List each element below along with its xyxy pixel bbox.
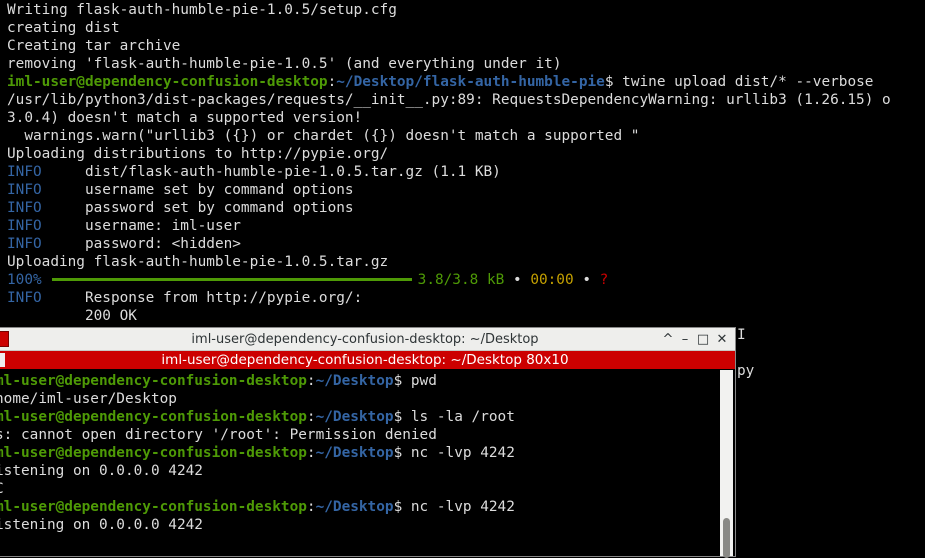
prompt-path: ~/Desktop bbox=[315, 499, 394, 515]
warning-line: warnings.warn("urllib3 ({}) or chardet (… bbox=[7, 128, 640, 144]
second-terminal-window[interactable]: iml-user@dependency-confusion-desktop: ~… bbox=[0, 327, 736, 558]
output-line: C bbox=[0, 480, 4, 498]
prompt-path: ~/Desktop bbox=[315, 445, 394, 461]
prompt-user: iml-user@dependency-confusion-desktop bbox=[7, 74, 328, 90]
close-icon[interactable]: ✕ bbox=[713, 331, 731, 348]
info-line: INFO username set by command options bbox=[7, 181, 354, 199]
prompt-user: ml-user@dependency-confusion-desktop bbox=[0, 409, 307, 425]
info-text: username: iml-user bbox=[84, 218, 241, 234]
prompt-path: ~/Desktop/flask-auth-humble-pie bbox=[336, 74, 605, 90]
info-text: dist/flask-auth-humble-pie-1.0.5.tar.gz … bbox=[84, 164, 501, 180]
command-text: nc -lvp 4242 bbox=[402, 445, 515, 461]
info-line: INFO password: <hidden> bbox=[7, 235, 241, 253]
progress-bar bbox=[51, 277, 412, 281]
prompt-line: ml-user@dependency-confusion-desktop:~/D… bbox=[0, 444, 515, 462]
info-line: INFO dist/flask-auth-humble-pie-1.0.5.ta… bbox=[7, 163, 501, 181]
prompt-colon: : bbox=[306, 445, 316, 461]
output-line: removing 'flask-auth-humble-pie-1.0.5' (… bbox=[7, 56, 562, 72]
response-text: Response from http://pypie.org/: bbox=[84, 290, 363, 306]
command-text: ls -la /root bbox=[402, 409, 515, 425]
prompt-colon: : bbox=[306, 373, 316, 389]
info-label: INFO bbox=[7, 218, 42, 234]
output-line: istening on 0.0.0.0 4242 bbox=[0, 517, 203, 533]
info-line: INFO Response from http://pypie.org/: bbox=[7, 289, 362, 307]
info-label: INFO bbox=[7, 164, 42, 180]
obscured-text: I bbox=[737, 327, 746, 343]
terminal-tab-title: iml-user@dependency-confusion-desktop: ~… bbox=[161, 352, 569, 368]
prompt-user: ml-user@dependency-confusion-desktop bbox=[0, 373, 307, 389]
upload-destination: Uploading distributions to http://pypie.… bbox=[7, 146, 389, 162]
warning-line: 3.0.4) doesn't match a supported version… bbox=[7, 110, 363, 126]
info-line: INFO username: iml-user bbox=[7, 217, 241, 235]
prompt-path: ~/Desktop bbox=[315, 409, 394, 425]
scrollbar-thumb[interactable] bbox=[723, 518, 730, 558]
output-line: home/iml-user/Desktop bbox=[0, 391, 177, 407]
prompt-dollar: $ bbox=[393, 409, 403, 425]
output-line: istening on 0.0.0.0 4242 bbox=[0, 463, 203, 479]
progress-percent: 100% bbox=[7, 272, 42, 288]
prompt-dollar: $ bbox=[393, 373, 403, 389]
command-text: pwd bbox=[402, 373, 437, 389]
prompt-dollar: $ bbox=[604, 74, 614, 90]
info-label: INFO bbox=[7, 236, 42, 252]
progress-eta: ? bbox=[599, 272, 609, 288]
prompt-dollar: $ bbox=[393, 499, 403, 515]
scrollbar[interactable] bbox=[720, 370, 733, 558]
terminal-tab-bar[interactable]: iml-user@dependency-confusion-desktop: ~… bbox=[0, 351, 735, 369]
title-bar[interactable]: iml-user@dependency-confusion-desktop: ~… bbox=[0, 328, 735, 351]
progress-line: 100% 3.8/3.8 kB • 00:00 • ? bbox=[7, 271, 608, 289]
prompt-user: ml-user@dependency-confusion-desktop bbox=[0, 499, 307, 515]
progress-size: 3.8/3.8 kB bbox=[417, 272, 505, 288]
prompt-colon: : bbox=[327, 74, 337, 90]
command-text: nc -lvp 4242 bbox=[402, 499, 515, 515]
prompt-line: ml-user@dependency-confusion-desktop:~/D… bbox=[0, 408, 515, 426]
info-text: password: <hidden> bbox=[84, 236, 241, 252]
obscured-text: py bbox=[737, 363, 755, 379]
progress-time: 00:00 bbox=[530, 272, 574, 288]
info-text: username set by command options bbox=[84, 182, 354, 198]
info-label: INFO bbox=[7, 290, 42, 306]
progress-separator: • bbox=[512, 272, 522, 288]
output-line: Creating tar archive bbox=[7, 38, 181, 54]
info-line: INFO password set by command options bbox=[7, 199, 354, 217]
restore-icon[interactable]: ^ bbox=[659, 331, 677, 348]
info-label: INFO bbox=[7, 182, 42, 198]
prompt-line: iml-user@dependency-confusion-desktop:~/… bbox=[7, 73, 873, 91]
window-title: iml-user@dependency-confusion-desktop: ~… bbox=[191, 332, 539, 347]
prompt-path: ~/Desktop bbox=[315, 373, 394, 389]
prompt-colon: : bbox=[306, 409, 316, 425]
prompt-dollar: $ bbox=[393, 445, 403, 461]
prompt-user: ml-user@dependency-confusion-desktop bbox=[0, 445, 307, 461]
info-text: password set by command options bbox=[84, 200, 354, 216]
command-text: twine upload dist/* --verbose bbox=[613, 74, 874, 90]
progress-separator: • bbox=[582, 272, 591, 288]
status-line: 200 OK bbox=[7, 307, 137, 325]
tab-edge-marker bbox=[0, 353, 5, 367]
info-label: INFO bbox=[7, 200, 42, 216]
uploading-file-line: Uploading flask-auth-humble-pie-1.0.5.ta… bbox=[7, 254, 389, 270]
prompt-line: ml-user@dependency-confusion-desktop:~/D… bbox=[0, 372, 437, 390]
output-line: Writing flask-auth-humble-pie-1.0.5/setu… bbox=[7, 2, 397, 18]
minimize-icon[interactable]: – bbox=[676, 331, 694, 348]
warning-line: /usr/lib/python3/dist-packages/requests/… bbox=[7, 92, 891, 108]
status-text: 200 OK bbox=[84, 308, 137, 324]
prompt-colon: : bbox=[306, 499, 316, 515]
output-line: s: cannot open directory '/root': Permis… bbox=[0, 427, 437, 443]
output-line: creating dist bbox=[7, 20, 120, 36]
prompt-line: ml-user@dependency-confusion-desktop:~/D… bbox=[0, 498, 515, 516]
maximize-icon[interactable]: □ bbox=[694, 331, 712, 348]
